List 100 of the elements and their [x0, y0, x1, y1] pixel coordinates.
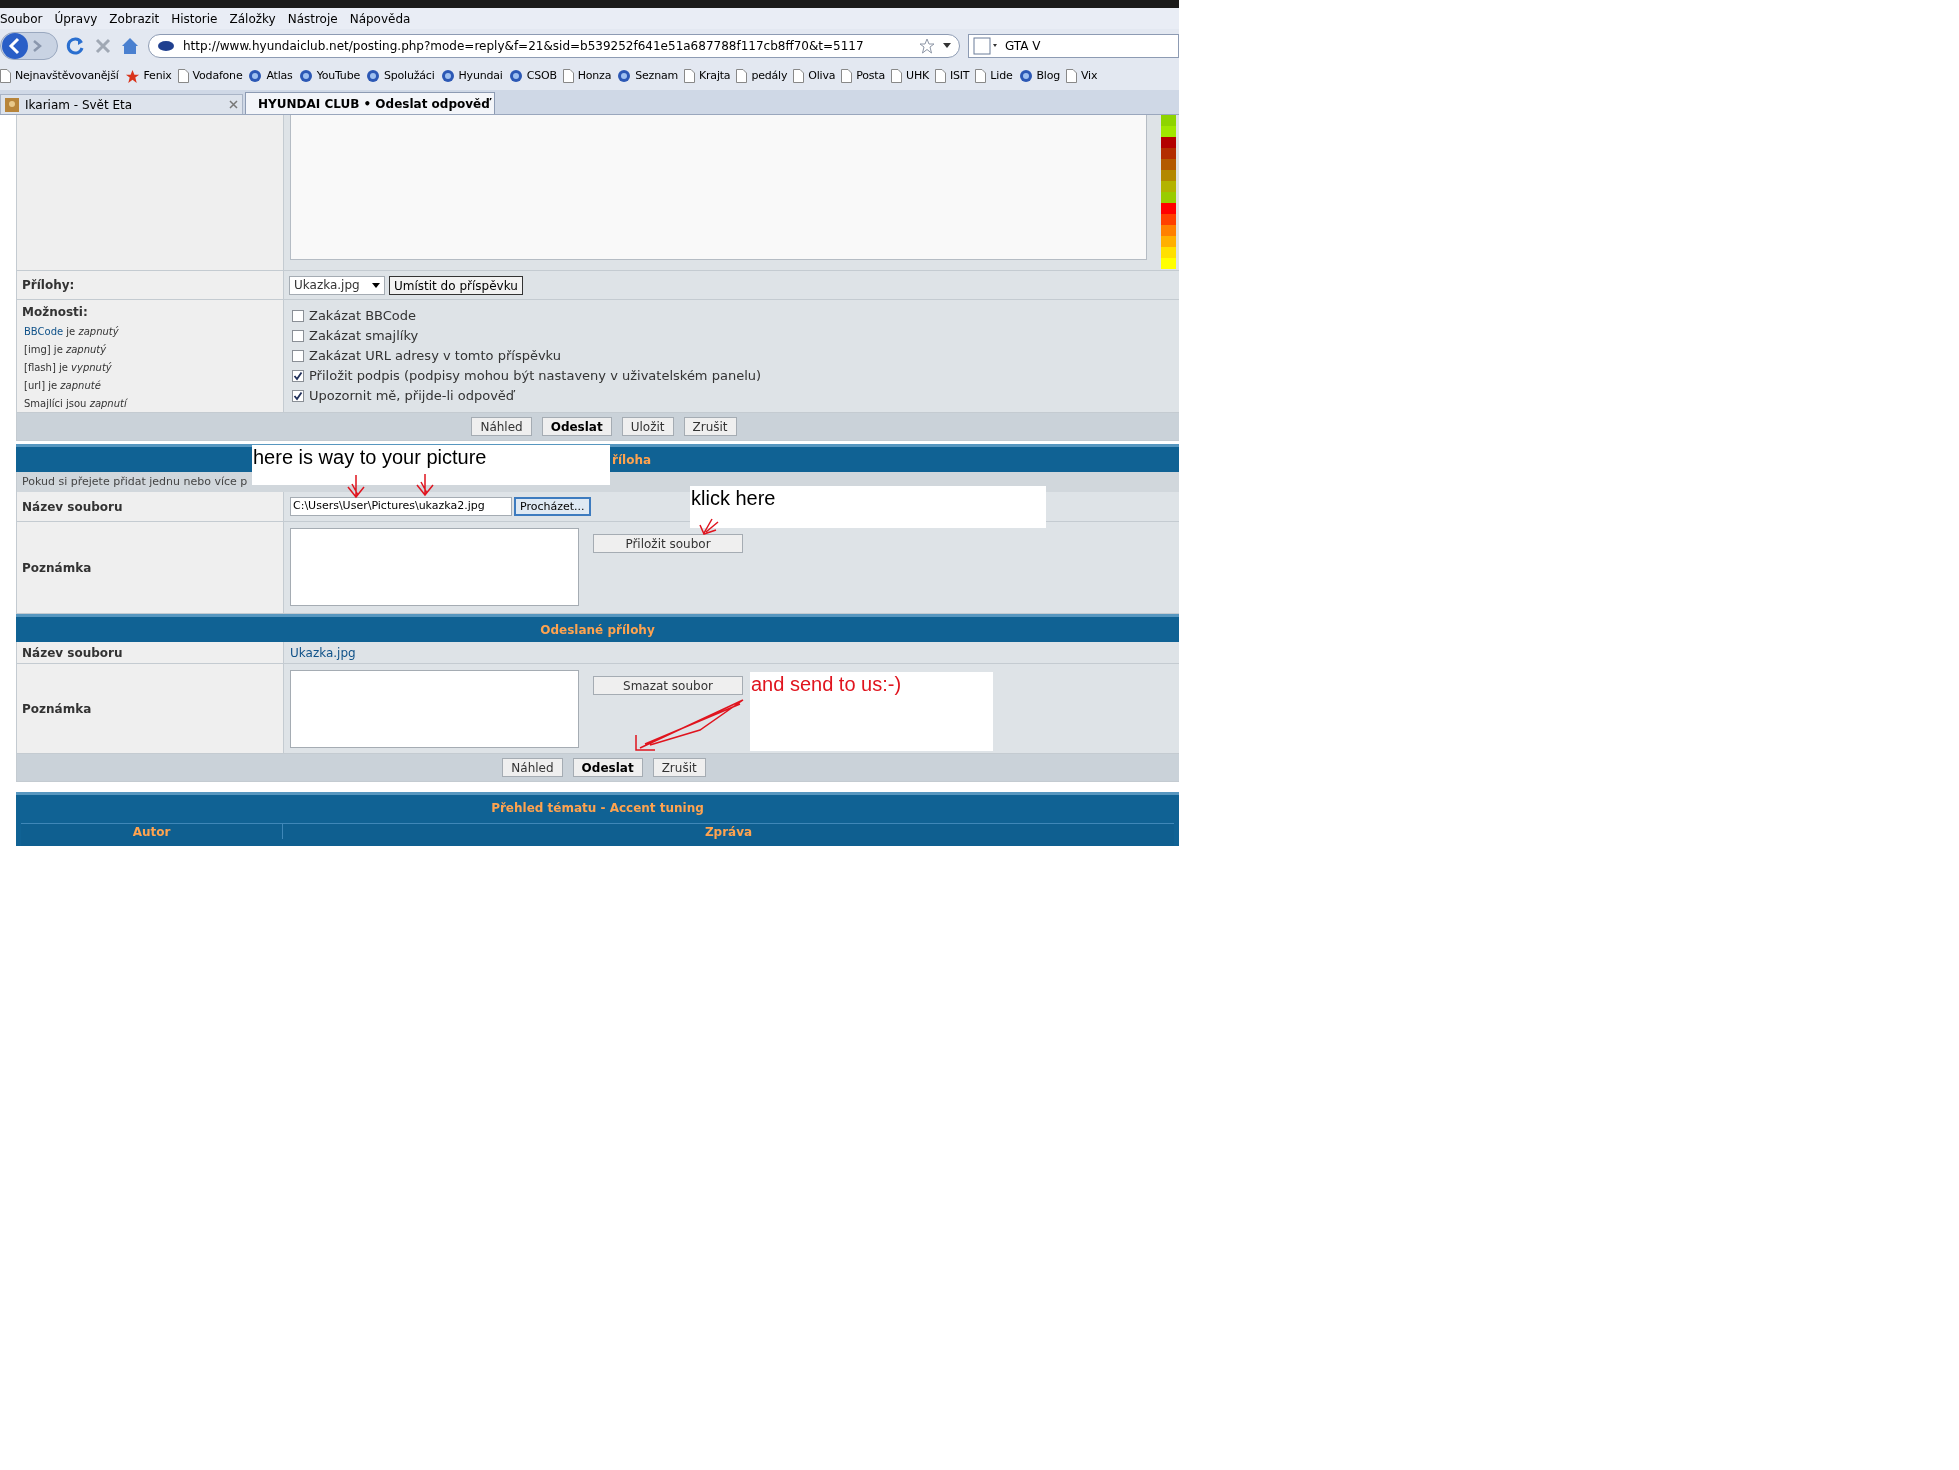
- checkbox[interactable]: [292, 330, 304, 342]
- site-icon: [298, 69, 313, 83]
- star-icon: [124, 68, 140, 84]
- option-label: Upozornit mě, přijde-li odpověď: [309, 387, 515, 406]
- file-path-field[interactable]: C:\Users\User\Pictures\ukazka2.jpg: [290, 497, 512, 516]
- tab[interactable]: Ikariam - Svět Eta: [0, 94, 243, 114]
- note-label: Poznámka: [22, 700, 92, 718]
- color-palette[interactable]: [1161, 115, 1176, 270]
- arrow-drawing: [699, 518, 719, 535]
- section-header: Přehled tématu - Accent tuning: [491, 799, 704, 817]
- bookmark-item[interactable]: ISIT: [934, 67, 970, 85]
- browse-button[interactable]: Procházet...: [514, 497, 591, 516]
- submit-button[interactable]: Odeslat: [541, 417, 612, 436]
- tab[interactable]: HYUNDAI CLUB • Odeslat odpověď: [245, 92, 495, 114]
- menu-item[interactable]: Nástroje: [287, 9, 338, 28]
- site-icon: [508, 69, 523, 83]
- info-text: Pokud si přejete přidat jednu nebo více p: [22, 473, 248, 490]
- arrow-drawing: [347, 474, 365, 499]
- page-icon: [736, 69, 748, 83]
- form-button[interactable]: Zrušit: [652, 758, 706, 777]
- page-icon: [562, 69, 574, 83]
- url-text: http://www.hyundaiclub.net/posting.php?mode=reply&f=21&sid=b539252f641e51a687788f117cb8ff70&t=5117: [183, 37, 865, 55]
- section-header: Odeslané přílohy: [540, 621, 655, 639]
- arrow-drawing: [416, 473, 434, 497]
- search-field[interactable]: GTA V: [968, 33, 1179, 58]
- bookmark-item[interactable]: Spolužáci: [366, 67, 435, 85]
- note-textarea[interactable]: [290, 670, 579, 748]
- star-icon[interactable]: [919, 37, 935, 54]
- search-engine-icon[interactable]: [973, 36, 997, 55]
- bookmark-item[interactable]: pedály: [736, 67, 788, 85]
- checkbox[interactable]: [292, 350, 304, 362]
- page-icon: [891, 69, 903, 83]
- close-icon[interactable]: [229, 100, 238, 109]
- bookmark-item[interactable]: Blog: [1018, 67, 1060, 85]
- delete-file-button[interactable]: Smazat soubor: [593, 676, 743, 695]
- checkbox[interactable]: [292, 310, 304, 322]
- bookmark-item[interactable]: YouTube: [298, 67, 360, 85]
- bookmark-item[interactable]: Vodafone: [177, 67, 243, 85]
- annotation-note: here is way to your picture: [252, 445, 610, 485]
- menu-item[interactable]: Úpravy: [54, 9, 98, 28]
- menu-item[interactable]: Zobrazit: [109, 9, 160, 28]
- page-icon: [0, 69, 11, 83]
- bookmark-item[interactable]: CSOB: [508, 67, 557, 85]
- attach-file-button[interactable]: Přiložit soubor: [593, 534, 743, 553]
- dropdown-icon[interactable]: [943, 42, 951, 49]
- form-button[interactable]: Zrušit: [683, 417, 737, 436]
- option-note: Smajlíci jsou zapnutí: [23, 397, 127, 411]
- bookmark-item[interactable]: Lide: [975, 67, 1013, 85]
- file-link[interactable]: Ukazka.jpg: [290, 643, 356, 662]
- file-name-label: Název souboru: [22, 498, 123, 516]
- game-icon: [5, 97, 19, 112]
- bookmark-item[interactable]: Fenix: [124, 67, 172, 85]
- menu-item[interactable]: Soubor: [0, 9, 43, 28]
- reload-icon[interactable]: [66, 35, 86, 56]
- search-text: GTA V: [1005, 37, 1041, 55]
- form-button[interactable]: Náhled: [471, 417, 532, 436]
- home-icon[interactable]: [120, 35, 140, 56]
- page-icon: [684, 69, 695, 83]
- checkbox[interactable]: [292, 370, 304, 382]
- note-textarea[interactable]: [290, 528, 579, 606]
- bookmark-item[interactable]: Nejnavštěvovanější: [0, 67, 119, 85]
- option-note: [url] je zapnuté: [23, 379, 101, 393]
- bookmark-item[interactable]: Krajta: [684, 67, 731, 85]
- page-icon: [934, 69, 946, 83]
- url-field[interactable]: http://www.hyundaiclub.net/posting.php?mode=reply&f=21&sid=b539252f641e51a687788f117cb8ff70&t=5117: [148, 33, 960, 58]
- menu-item[interactable]: Záložky: [229, 9, 276, 28]
- bookmark-item[interactable]: Posta: [841, 67, 886, 85]
- option-label: Přiložit podpis (podpisy mohou být nastaveny v uživatelském panelu): [309, 367, 762, 386]
- form-button[interactable]: Uložit: [621, 417, 674, 436]
- bookmark-item[interactable]: Oliva: [793, 67, 836, 85]
- bookmark-item[interactable]: UHK: [891, 67, 929, 85]
- bookmark-item[interactable]: Honza: [562, 67, 612, 85]
- place-in-post-button[interactable]: Umístit do příspěvku: [389, 275, 523, 295]
- menu-item[interactable]: Historie: [171, 9, 218, 28]
- attachment-select[interactable]: Ukazka.jpg: [289, 275, 385, 295]
- bbcode-link[interactable]: BBCode: [24, 326, 64, 337]
- option-note: BBCode je zapnutý: [23, 325, 119, 339]
- site-logo-icon: [157, 39, 175, 52]
- caret-icon: [372, 282, 380, 288]
- options-label: Možnosti:: [22, 304, 89, 321]
- annotation-note: and send to us:-): [750, 672, 993, 751]
- stop-icon[interactable]: [94, 36, 112, 55]
- site-icon: [1018, 69, 1033, 83]
- bookmark-item[interactable]: Atlas: [248, 67, 293, 85]
- bookmark-item[interactable]: Seznam: [617, 67, 678, 85]
- option-note: [flash] je vypnutý: [23, 361, 112, 375]
- menu-item[interactable]: Nápověda: [349, 9, 411, 28]
- back-button[interactable]: [0, 31, 58, 60]
- page-icon: [1066, 69, 1077, 83]
- form-button[interactable]: Náhled: [502, 758, 563, 777]
- site-icon: [617, 69, 632, 83]
- page-icon: [975, 69, 987, 83]
- option-note: [img] je zapnutý: [23, 343, 107, 357]
- submit-button[interactable]: Odeslat: [572, 758, 643, 777]
- bookmark-item[interactable]: Vix: [1066, 67, 1098, 85]
- section-header: říloha: [612, 451, 652, 469]
- checkbox[interactable]: [292, 390, 304, 402]
- file-name-label: Název souboru: [22, 644, 123, 662]
- bookmark-item[interactable]: Hyundai: [440, 67, 503, 85]
- site-icon: [440, 69, 455, 83]
